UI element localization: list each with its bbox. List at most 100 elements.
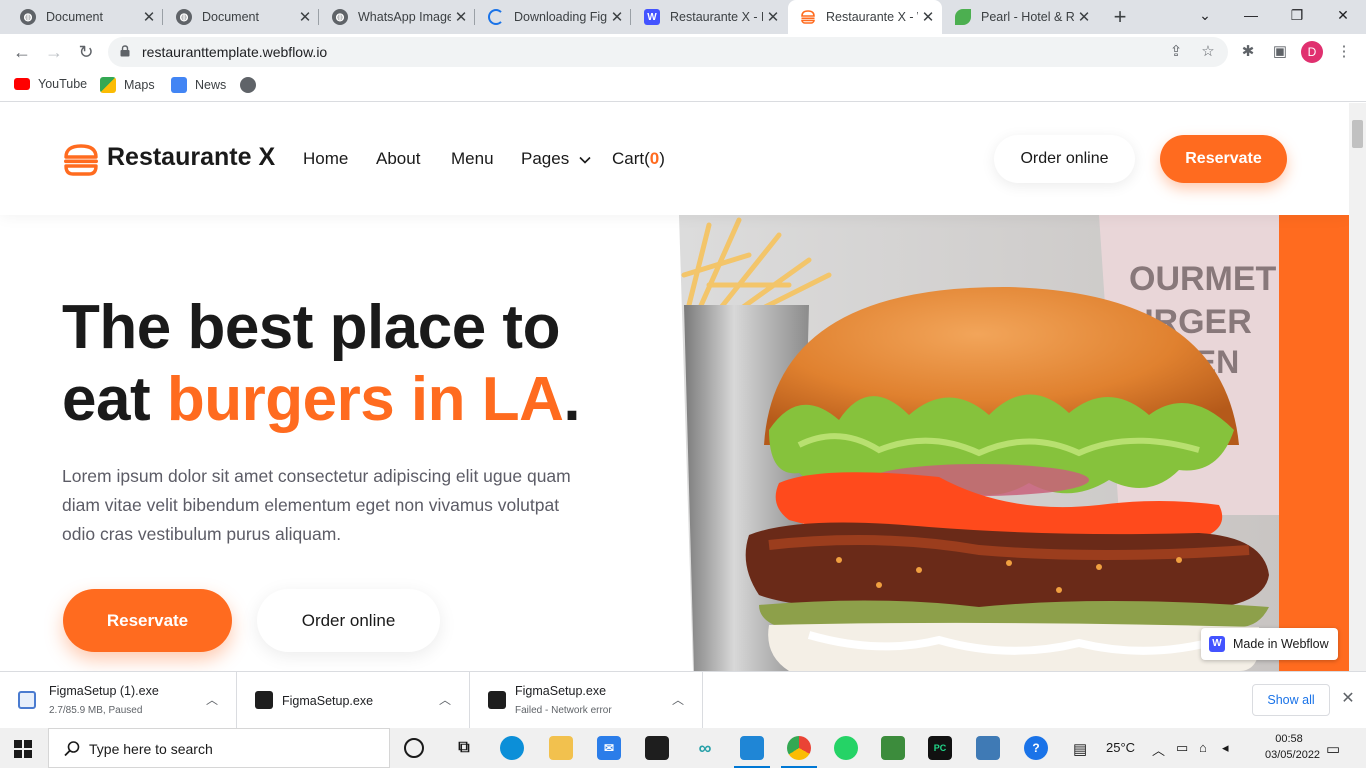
arduino-icon[interactable]: ∞ (693, 736, 717, 760)
close-window-button[interactable]: ✕ (1320, 0, 1366, 30)
browser-tab[interactable]: ◍ Document ✕ (164, 0, 319, 34)
python-icon[interactable] (976, 736, 1000, 760)
news-icon (171, 77, 187, 93)
chevron-up-icon[interactable]: ︿ (670, 691, 686, 708)
brand-name[interactable]: Restaurante X (107, 143, 275, 172)
cart-label: Cart( (612, 149, 650, 168)
reservate-button[interactable]: Reservate (1160, 135, 1287, 183)
bookmark-youtube[interactable]: YouTube (14, 77, 87, 91)
cortana-icon[interactable] (404, 738, 424, 758)
hero-title-accent: burgers in LA (166, 365, 564, 434)
burger-hero-image: OURMET URGER TCHEN (679, 215, 1349, 671)
browser-tab[interactable]: ◍ Document ✕ (8, 0, 163, 34)
file-explorer-icon[interactable] (549, 736, 573, 760)
search-placeholder: Type here to search (89, 741, 213, 757)
order-online-button[interactable]: Order online (994, 135, 1135, 183)
close-tab-icon[interactable]: ✕ (451, 8, 471, 26)
globe-icon: ◍ (332, 9, 348, 25)
close-tab-icon[interactable]: ✕ (918, 8, 938, 26)
help-icon[interactable]: ? (1024, 736, 1048, 760)
figma-icon (488, 691, 506, 709)
burger-logo-icon[interactable] (63, 144, 99, 176)
network-icon[interactable]: ⌂ (1199, 740, 1207, 755)
extensions-icon[interactable]: ✱ (1238, 42, 1258, 62)
close-tab-icon[interactable]: ✕ (139, 8, 159, 26)
hero-title-period: . (563, 365, 581, 434)
notifications-icon[interactable]: ▭ (1326, 740, 1340, 758)
browser-tab[interactable]: W Restaurante X - R ✕ (632, 0, 787, 34)
burger-icon (801, 10, 815, 24)
back-arrow-icon[interactable]: ← (10, 40, 34, 64)
globe-icon: ◍ (176, 9, 192, 25)
page-scrollbar[interactable] (1349, 103, 1366, 671)
scrollbar-thumb[interactable] (1352, 120, 1363, 148)
bookmark-globe[interactable] (240, 77, 264, 93)
hero-reservate-button[interactable]: Reservate (63, 589, 232, 652)
download-item[interactable]: FigmaSetup.exe ︿ (237, 672, 470, 729)
mail-icon[interactable]: ✉ (597, 736, 621, 760)
browser-tab[interactable]: Pearl - Hotel & R ✕ (943, 0, 1098, 34)
tab-search-icon[interactable]: ⌄ (1182, 0, 1228, 30)
tab-strip: ◍ Document ✕ ◍ Document ✕ ◍ WhatsApp Ima… (0, 0, 1366, 34)
reload-icon[interactable]: ↻ (74, 40, 98, 64)
profile-avatar[interactable]: D (1301, 41, 1323, 63)
news-widget-icon[interactable]: ▤ (1073, 740, 1087, 758)
chevron-up-icon[interactable]: ︿ (1152, 740, 1165, 759)
edge-icon[interactable] (500, 736, 524, 760)
chevron-down-icon (579, 156, 591, 164)
volume-icon[interactable]: ◂ (1222, 740, 1229, 756)
bookmarks-bar: YouTube Maps News (0, 70, 1366, 102)
page-viewport: Restaurante X Home About Menu Pages Cart… (0, 103, 1349, 671)
new-tab-button[interactable]: + (1108, 4, 1132, 30)
pycharm-icon[interactable]: PC (928, 736, 952, 760)
chevron-up-icon[interactable]: ︿ (437, 691, 453, 708)
task-view-icon[interactable]: ⧉ (452, 736, 476, 760)
close-tab-icon[interactable]: ✕ (763, 8, 783, 26)
download-item[interactable]: FigmaSetup.exe Failed - Network error ︿ (470, 672, 703, 729)
chevron-up-icon[interactable]: ︿ (204, 691, 220, 708)
whatsapp-icon[interactable] (834, 736, 858, 760)
nav-cart[interactable]: Cart(0) (612, 149, 665, 169)
close-tab-icon[interactable]: ✕ (295, 8, 315, 26)
taskbar-search-input[interactable]: Type here to search (48, 728, 390, 768)
download-status: Failed - Network error (515, 705, 612, 716)
browser-tab[interactable]: ◍ WhatsApp Image ✕ (320, 0, 475, 34)
bookmark-maps[interactable]: Maps (100, 77, 155, 93)
url-text: restauranttemplate.webflow.io (142, 44, 328, 60)
forward-arrow-icon[interactable]: → (42, 40, 66, 64)
browser-tab-active[interactable]: Restaurante X - W ✕ (788, 0, 942, 34)
cart-count: 0 (649, 149, 660, 168)
chrome-icon[interactable] (781, 736, 817, 768)
bookmark-star-icon[interactable]: ☆ (1198, 42, 1218, 62)
figma-icon[interactable] (645, 736, 669, 760)
tab-title: Document (202, 10, 259, 24)
tab-title: Restaurante X - W (826, 10, 918, 24)
maximize-button[interactable]: ❐ (1274, 0, 1320, 30)
share-icon[interactable]: ⇪ (1166, 42, 1186, 62)
taskbar-clock[interactable]: 00:58 03/05/2022 (1265, 731, 1320, 763)
close-tab-icon[interactable]: ✕ (607, 8, 627, 26)
close-downloads-icon[interactable]: ✕ (1338, 688, 1358, 708)
made-in-webflow-badge[interactable]: W Made in Webflow (1201, 628, 1338, 660)
download-item[interactable]: FigmaSetup (1).exe 2.7/85.9 MB, Paused ︿ (0, 672, 237, 729)
nav-menu[interactable]: Menu (451, 149, 494, 169)
loading-icon (488, 9, 504, 25)
bookmark-news[interactable]: News (171, 77, 226, 93)
side-panel-icon[interactable]: ▣ (1270, 42, 1290, 62)
vscode-icon[interactable] (734, 736, 770, 768)
show-all-button[interactable]: Show all (1252, 684, 1330, 716)
hero-order-online-button[interactable]: Order online (257, 589, 440, 652)
close-tab-icon[interactable]: ✕ (1074, 8, 1094, 26)
minimize-button[interactable]: — (1228, 0, 1274, 30)
temperature-text[interactable]: 25°C (1106, 740, 1135, 755)
nav-home[interactable]: Home (303, 149, 348, 169)
menu-kebab-icon[interactable]: ⋮ (1334, 42, 1354, 62)
address-bar[interactable]: restauranttemplate.webflow.io ⇪ ☆ (108, 37, 1228, 67)
battery-icon[interactable]: ▭ (1176, 740, 1188, 756)
browser-tab[interactable]: Downloading Fig ✕ (476, 0, 631, 34)
bookmark-label: Maps (124, 78, 155, 92)
nav-pages-dropdown[interactable]: Pages (521, 149, 591, 169)
windows-start-icon[interactable] (14, 740, 32, 758)
nav-about[interactable]: About (376, 149, 420, 169)
nodejs-icon[interactable] (881, 736, 905, 760)
